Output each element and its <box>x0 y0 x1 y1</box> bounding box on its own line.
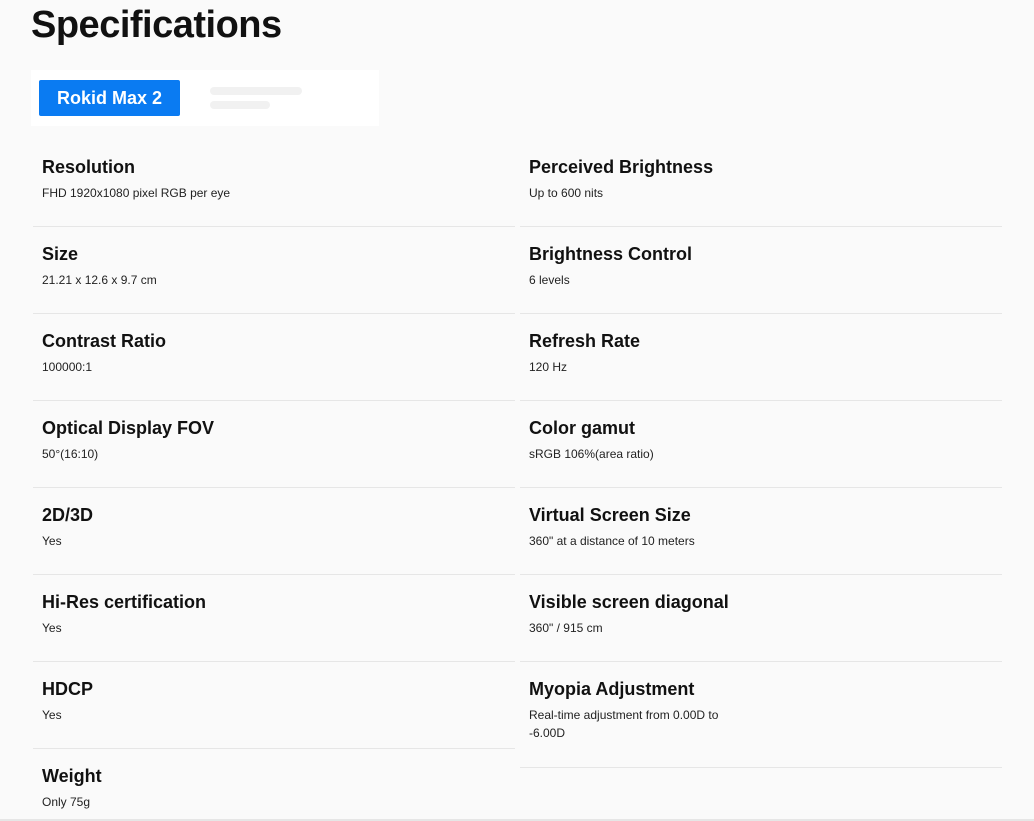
spec-myopia-adjustment: Myopia Adjustment Real-time adjustment f… <box>520 662 1002 768</box>
spec-label: Virtual Screen Size <box>529 505 691 525</box>
spec-label: Brightness Control <box>529 244 693 264</box>
spec-2d-3d: 2D/3D Yes <box>33 488 515 575</box>
spec-refresh-rate: Refresh Rate 120 Hz <box>520 314 1002 401</box>
spec-brightness-control: Brightness Control 6 levels <box>520 227 1002 314</box>
spec-color-gamut: Color gamut sRGB 106%(area ratio) <box>520 401 1002 488</box>
spec-value: Yes <box>42 621 62 635</box>
spec-label: 2D/3D <box>42 505 94 525</box>
spec-size: Size 21.21 x 12.6 x 9.7 cm <box>33 227 515 314</box>
spec-label: Weight <box>42 766 102 786</box>
spec-hdcp: HDCP Yes <box>33 662 515 749</box>
spec-resolution: Resolution FHD 1920x1080 pixel RGB per e… <box>33 140 515 227</box>
spec-label: Resolution <box>42 157 135 177</box>
spec-virtual-screen-size: Virtual Screen Size 360" at a distance o… <box>520 488 1002 575</box>
spec-label: Contrast Ratio <box>42 331 167 351</box>
spec-contrast-ratio: Contrast Ratio 100000:1 <box>33 314 515 401</box>
spec-label: Perceived Brightness <box>529 157 714 177</box>
spec-value: Yes <box>42 708 62 722</box>
spec-value: 360" / 915 cm <box>529 621 603 635</box>
spec-label: Visible screen diagonal <box>529 592 729 612</box>
spec-value: Up to 600 nits <box>529 186 604 200</box>
spec-value: Yes <box>42 534 62 548</box>
spec-label: Myopia Adjustment <box>529 679 695 699</box>
spec-value: FHD 1920x1080 pixel RGB per eye <box>42 186 231 200</box>
spec-value: 21.21 x 12.6 x 9.7 cm <box>42 273 157 287</box>
spec-label: Optical Display FOV <box>42 418 215 438</box>
spec-value: sRGB 106%(area ratio) <box>529 447 654 461</box>
spec-label: Refresh Rate <box>529 331 641 351</box>
tab-placeholder <box>210 87 303 109</box>
placeholder-bar <box>210 101 271 109</box>
spec-value: 50°(16:10) <box>42 447 99 461</box>
specifications-page: Specifications Rokid Max 2 Resolution FH… <box>0 0 1034 821</box>
spec-label: Size <box>42 244 79 264</box>
spec-hi-res-certification: Hi-Res certification Yes <box>33 575 515 662</box>
specs-right-column: Perceived Brightness Up to 600 nits Brig… <box>520 140 1002 768</box>
placeholder-bar <box>210 87 303 95</box>
product-tab-bar: Rokid Max 2 <box>31 70 379 126</box>
page-title: Specifications <box>31 4 282 46</box>
spec-label: Hi-Res certification <box>42 592 207 612</box>
spec-value: Only 75g <box>42 795 91 809</box>
spec-value: Real-time adjustment from 0.00D to -6.00… <box>529 708 719 740</box>
spec-value: 120 Hz <box>529 360 568 374</box>
tab-rokid-max-2[interactable]: Rokid Max 2 <box>39 80 181 116</box>
spec-value: 100000:1 <box>42 360 93 374</box>
spec-label: Color gamut <box>529 418 635 438</box>
spec-value: 360" at a distance of 10 meters <box>529 534 695 548</box>
spec-value: 6 levels <box>529 273 570 287</box>
spec-weight: Weight Only 75g <box>33 749 515 821</box>
spec-label: HDCP <box>42 679 94 699</box>
spec-perceived-brightness: Perceived Brightness Up to 600 nits <box>520 140 1002 227</box>
spec-visible-screen-diagonal: Visible screen diagonal 360" / 915 cm <box>520 575 1002 662</box>
specs-left-column: Resolution FHD 1920x1080 pixel RGB per e… <box>33 140 515 821</box>
spec-optical-display-fov: Optical Display FOV 50°(16:10) <box>33 401 515 488</box>
